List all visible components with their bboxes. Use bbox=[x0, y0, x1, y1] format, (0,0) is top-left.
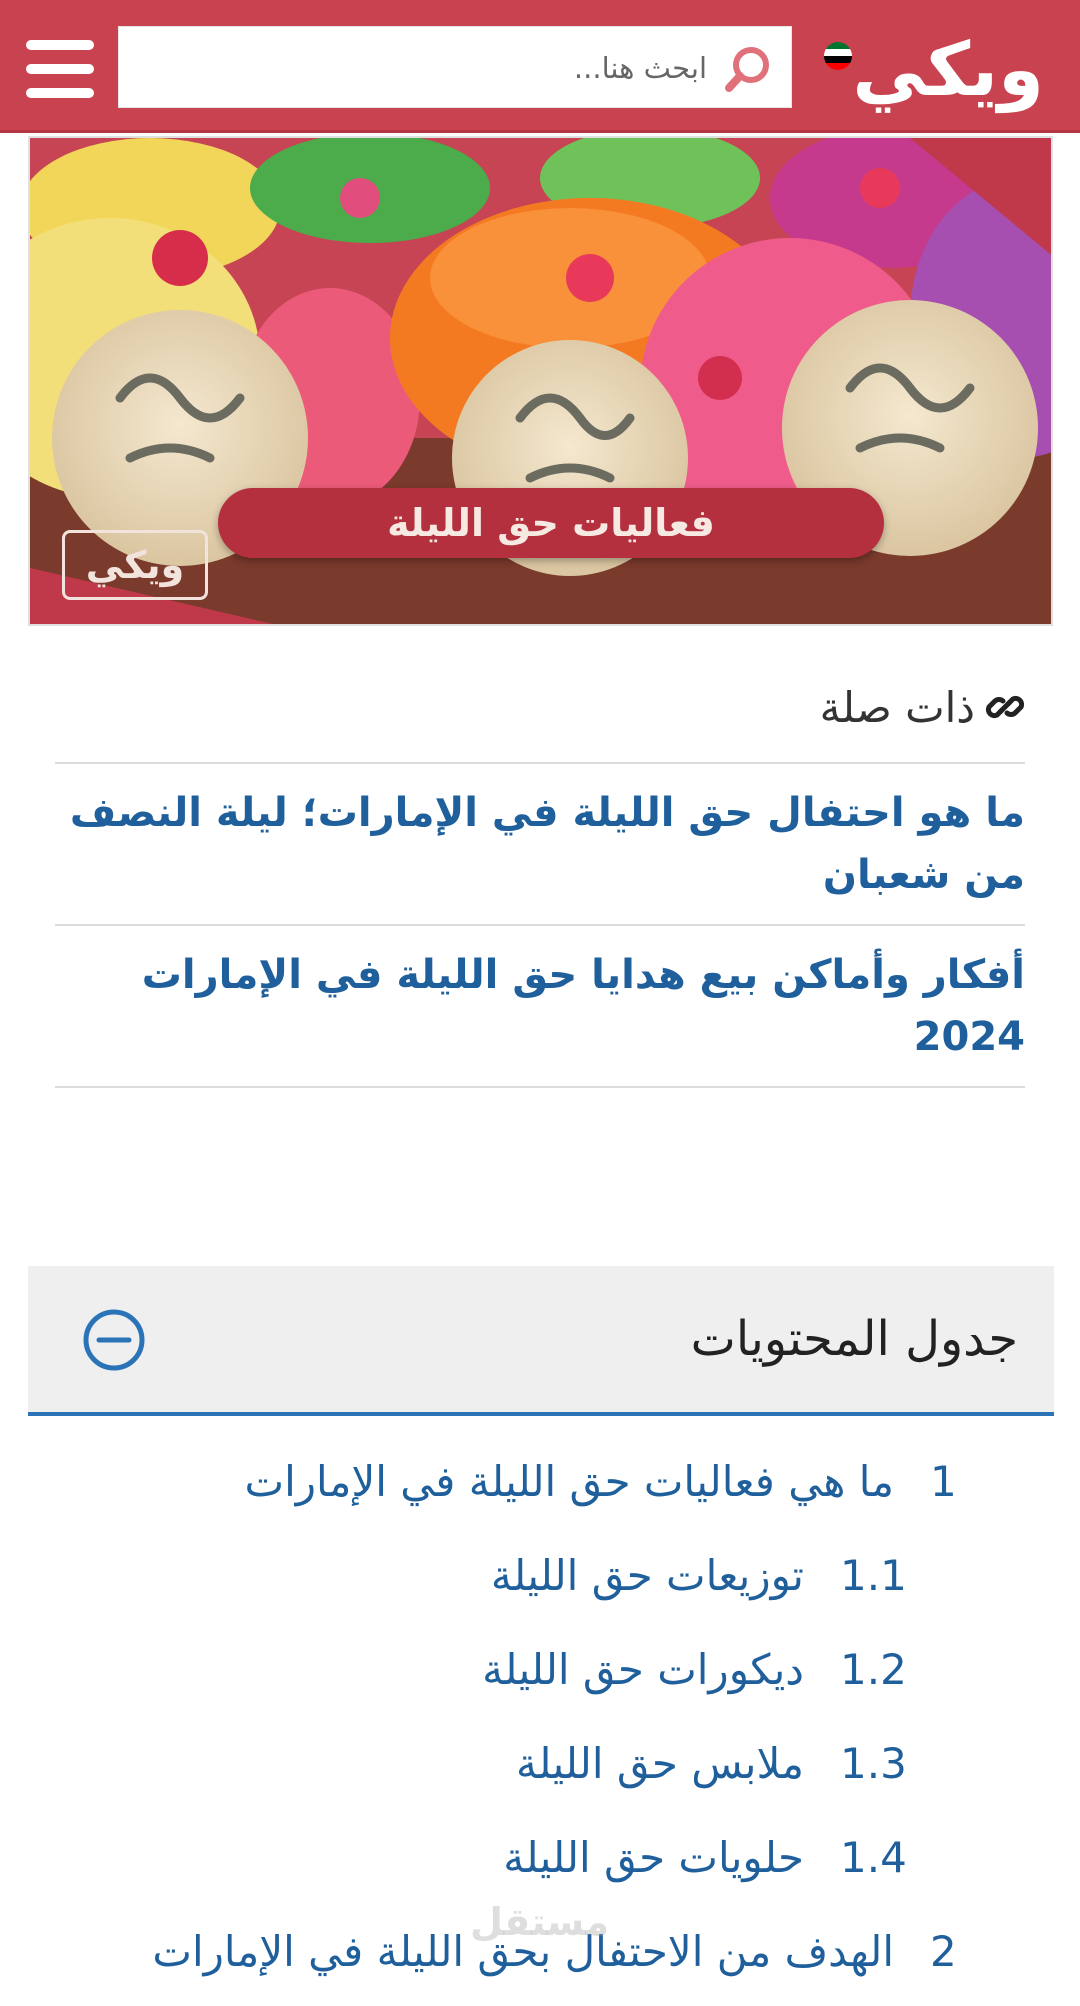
hamburger-menu-icon[interactable] bbox=[26, 40, 96, 98]
hero-image: فعاليات حق الليلة ويكي bbox=[28, 136, 1053, 626]
collapse-minus-icon[interactable] bbox=[82, 1308, 146, 1372]
toc-item[interactable]: 1.3 ملابس حق الليلة bbox=[28, 1716, 1054, 1810]
related-title-text: ذات صلة bbox=[819, 682, 975, 732]
toc-item-number: 1.3 bbox=[840, 1738, 907, 1788]
toc-item-label: توزيعات حق الليلة bbox=[490, 1550, 804, 1600]
site-logo[interactable]: ويكي bbox=[812, 22, 1054, 118]
site-header: ويكي bbox=[0, 0, 1080, 133]
related-link-2[interactable]: أفكار وأماكن بيع هدايا حق الليلة في الإم… bbox=[55, 926, 1025, 1088]
toc-item[interactable]: 1.2 ديكورات حق الليلة bbox=[28, 1622, 1054, 1716]
toc-item-number: 1.1 bbox=[840, 1550, 907, 1600]
toc-item-label: ديكورات حق الليلة bbox=[482, 1644, 804, 1694]
hero-caption: فعاليات حق الليلة bbox=[387, 501, 715, 545]
related-heading: ذات صلة bbox=[55, 672, 1025, 742]
toc-item-number: 2 bbox=[930, 1926, 957, 1976]
toc-item-number: 1.2 bbox=[840, 1644, 907, 1694]
toc-title: جدول المحتويات bbox=[690, 1311, 1018, 1367]
search-input[interactable] bbox=[147, 27, 707, 109]
uae-flag-icon bbox=[824, 42, 852, 70]
related-link-1[interactable]: ما هو احتفال حق الليلة في الإمارات؛ ليلة… bbox=[55, 764, 1025, 926]
watermark: مستقل bbox=[470, 1900, 609, 1944]
related-list: ما هو احتفال حق الليلة في الإمارات؛ ليلة… bbox=[55, 762, 1025, 1088]
search-box[interactable] bbox=[118, 26, 792, 109]
link-icon bbox=[985, 695, 1025, 719]
toc-item-label: حلويات حق الليلة bbox=[503, 1832, 804, 1882]
hero-logo-badge: ويكي bbox=[62, 530, 208, 600]
table-of-contents: جدول المحتويات 1 ما هي فعاليات حق الليلة… bbox=[28, 1266, 1054, 1998]
toc-header[interactable]: جدول المحتويات bbox=[28, 1266, 1054, 1416]
search-icon[interactable] bbox=[721, 41, 777, 97]
toc-item-number: 1.4 bbox=[840, 1832, 907, 1882]
related-section: ذات صلة ما هو احتفال حق الليلة في الإمار… bbox=[55, 672, 1025, 1088]
toc-item[interactable]: 1.1 توزيعات حق الليلة bbox=[28, 1528, 1054, 1622]
toc-item[interactable]: 1 ما هي فعاليات حق الليلة في الإمارات bbox=[28, 1434, 1054, 1528]
toc-item[interactable]: 1.4 حلويات حق الليلة bbox=[28, 1810, 1054, 1904]
logo-text: ويكي bbox=[852, 27, 1046, 113]
hero-logo-text: ويكي bbox=[85, 543, 185, 587]
toc-item-label: ملابس حق الليلة bbox=[516, 1738, 804, 1788]
toc-item-label: ما هي فعاليات حق الليلة في الإمارات bbox=[244, 1456, 894, 1506]
toc-item-number: 1 bbox=[930, 1456, 957, 1506]
